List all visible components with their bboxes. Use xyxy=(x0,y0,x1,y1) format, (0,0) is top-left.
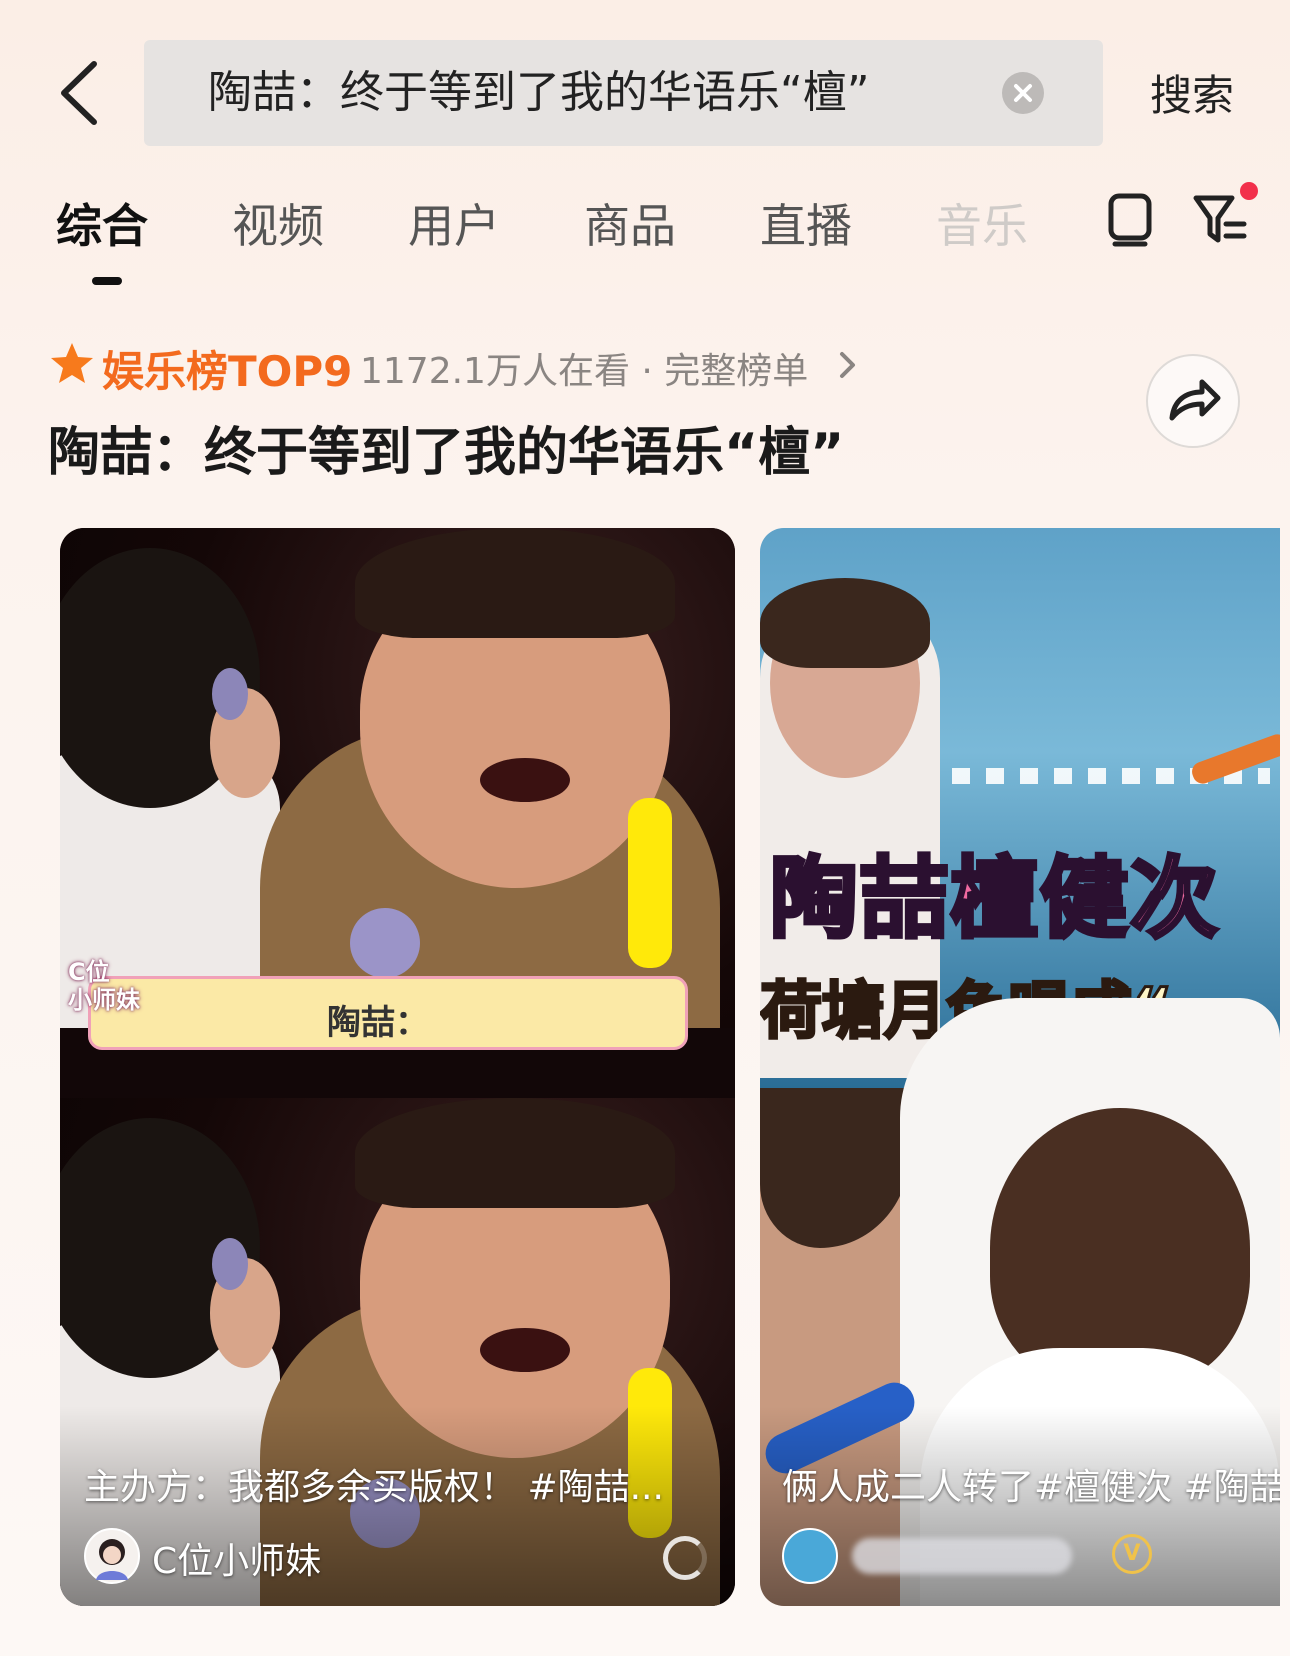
chevron-left-icon xyxy=(61,61,97,125)
search-query: 陶喆：终于等到了我的华语乐“檀” xyxy=(208,67,870,118)
tab-all[interactable]: 综合 xyxy=(56,190,148,256)
tab-product[interactable]: 商品 xyxy=(584,190,676,256)
video-thumbnail xyxy=(60,528,735,1028)
chevron-right-icon xyxy=(840,352,855,378)
video-description: 主办方：我都多余买版权！ #陶喆... xyxy=(84,1467,664,1508)
star-icon xyxy=(51,343,93,383)
loading-icon xyxy=(663,1536,707,1580)
clear-button[interactable] xyxy=(1002,72,1044,114)
video-card[interactable]: 陶喆檀健次 荷塘月色唱成“ 俩人成二人转了#檀健次 #陶喆 V xyxy=(760,528,1280,1606)
ranking-meta[interactable]: 1172.1万人在看 · 完整榜单 xyxy=(360,342,808,394)
channel-watermark: C位 小师妹 xyxy=(68,958,140,1014)
back-button[interactable] xyxy=(52,58,112,128)
tab-music[interactable]: 音乐 xyxy=(936,190,1028,256)
tab-user[interactable]: 用户 xyxy=(408,190,500,256)
share-icon xyxy=(1169,379,1221,421)
author-name[interactable]: C位小师妹 xyxy=(152,1532,321,1584)
notification-dot xyxy=(1240,182,1258,200)
clear-circle-icon xyxy=(1014,84,1032,102)
avatar[interactable] xyxy=(84,1528,140,1584)
tab-video[interactable]: 视频 xyxy=(232,190,324,256)
ranking-strip[interactable]: 娱乐榜TOP9 1172.1万人在看 · 完整榜单 xyxy=(48,338,1198,396)
subtitle-text: 陶喆： xyxy=(327,1003,429,1043)
search-header: 陶喆：终于等到了我的华语乐“檀” 搜索 xyxy=(0,0,1290,160)
device-icon[interactable] xyxy=(1105,192,1155,248)
overlay-title: 陶喆檀健次 xyxy=(768,845,1221,952)
video-description: 俩人成二人转了#檀健次 #陶喆 xyxy=(782,1467,1280,1508)
tab-live[interactable]: 直播 xyxy=(760,190,852,256)
topic-title: 陶喆：终于等到了我的华语乐“檀” xyxy=(48,423,845,483)
author-name-blurred[interactable] xyxy=(852,1538,1072,1574)
filter-icon[interactable] xyxy=(1192,190,1250,248)
search-input[interactable]: 陶喆：终于等到了我的华语乐“檀” xyxy=(144,40,1103,146)
ranking-label: 娱乐榜TOP9 xyxy=(102,347,353,396)
verified-badge: V xyxy=(1112,1534,1152,1574)
video-card[interactable]: 陶喆： C位 小师妹 主办方：我都多余买版权！ #陶喆... C位小师妹 xyxy=(60,528,735,1606)
share-button[interactable] xyxy=(1146,354,1240,448)
result-tabs: 综合 视频 用户 商品 直播 音乐 xyxy=(0,182,1290,300)
subtitle-bar: 陶喆： xyxy=(88,976,688,1050)
search-button[interactable]: 搜索 xyxy=(1150,62,1234,123)
avatar[interactable] xyxy=(782,1528,838,1584)
active-tab-indicator xyxy=(92,277,122,285)
